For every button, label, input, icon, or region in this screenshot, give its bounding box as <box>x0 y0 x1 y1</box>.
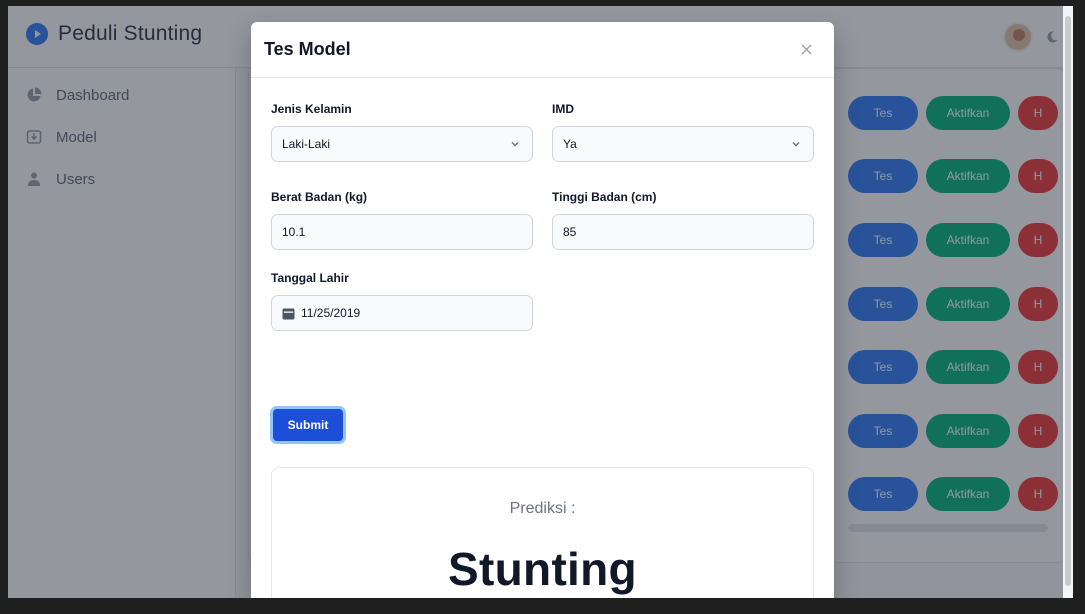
close-icon <box>800 44 812 55</box>
tanggal-lahir-field: Tanggal Lahir 11/25/2019 <box>271 271 533 331</box>
calendar-icon <box>282 308 295 319</box>
tanggal-lahir-label: Tanggal Lahir <box>271 271 349 285</box>
imd-label: IMD <box>552 102 574 116</box>
app-screen: Peduli Stunting Dashboard Model Users Te… <box>8 6 1073 598</box>
jenis-kelamin-field: Jenis Kelamin Laki-Laki <box>271 102 533 162</box>
page-scrollbar[interactable] <box>1063 6 1073 598</box>
berat-badan-input[interactable]: 10.1 <box>271 214 533 250</box>
imd-value: Ya <box>563 137 577 151</box>
jenis-kelamin-label: Jenis Kelamin <box>271 102 352 116</box>
tinggi-badan-input[interactable]: 85 <box>552 214 814 250</box>
imd-field: IMD Ya <box>552 102 814 162</box>
close-button[interactable] <box>798 42 814 58</box>
prediction-label: Prediksi : <box>509 500 576 517</box>
berat-badan-value: 10.1 <box>282 225 306 239</box>
tinggi-badan-field: Tinggi Badan (cm) 85 <box>552 190 814 250</box>
tinggi-badan-value: 85 <box>563 225 577 239</box>
window-frame: Peduli Stunting Dashboard Model Users Te… <box>0 0 1085 614</box>
tanggal-lahir-datepicker[interactable]: 11/25/2019 <box>271 295 533 331</box>
tes-model-modal: Tes Model Jenis Kelamin Laki-Laki IMD Ya… <box>251 22 834 598</box>
prediction-value: Stunting <box>448 543 637 595</box>
prediction-result-card: Prediksi : Stunting <box>271 467 814 598</box>
modal-header: Tes Model <box>251 22 834 78</box>
imd-select[interactable]: Ya <box>552 126 814 162</box>
tanggal-lahir-value: 11/25/2019 <box>301 306 361 320</box>
submit-button[interactable]: Submit <box>270 406 346 444</box>
berat-badan-label: Berat Badan (kg) <box>271 190 368 204</box>
jenis-kelamin-value: Laki-Laki <box>282 137 331 151</box>
tinggi-badan-label: Tinggi Badan (cm) <box>552 190 657 204</box>
chevron-down-icon <box>511 142 519 147</box>
berat-badan-field: Berat Badan (kg) 10.1 <box>271 190 533 250</box>
modal-title: Tes Model <box>264 39 351 59</box>
jenis-kelamin-select[interactable]: Laki-Laki <box>271 126 533 162</box>
chevron-down-icon <box>792 142 800 147</box>
scrollbar-thumb[interactable] <box>1065 16 1071 586</box>
